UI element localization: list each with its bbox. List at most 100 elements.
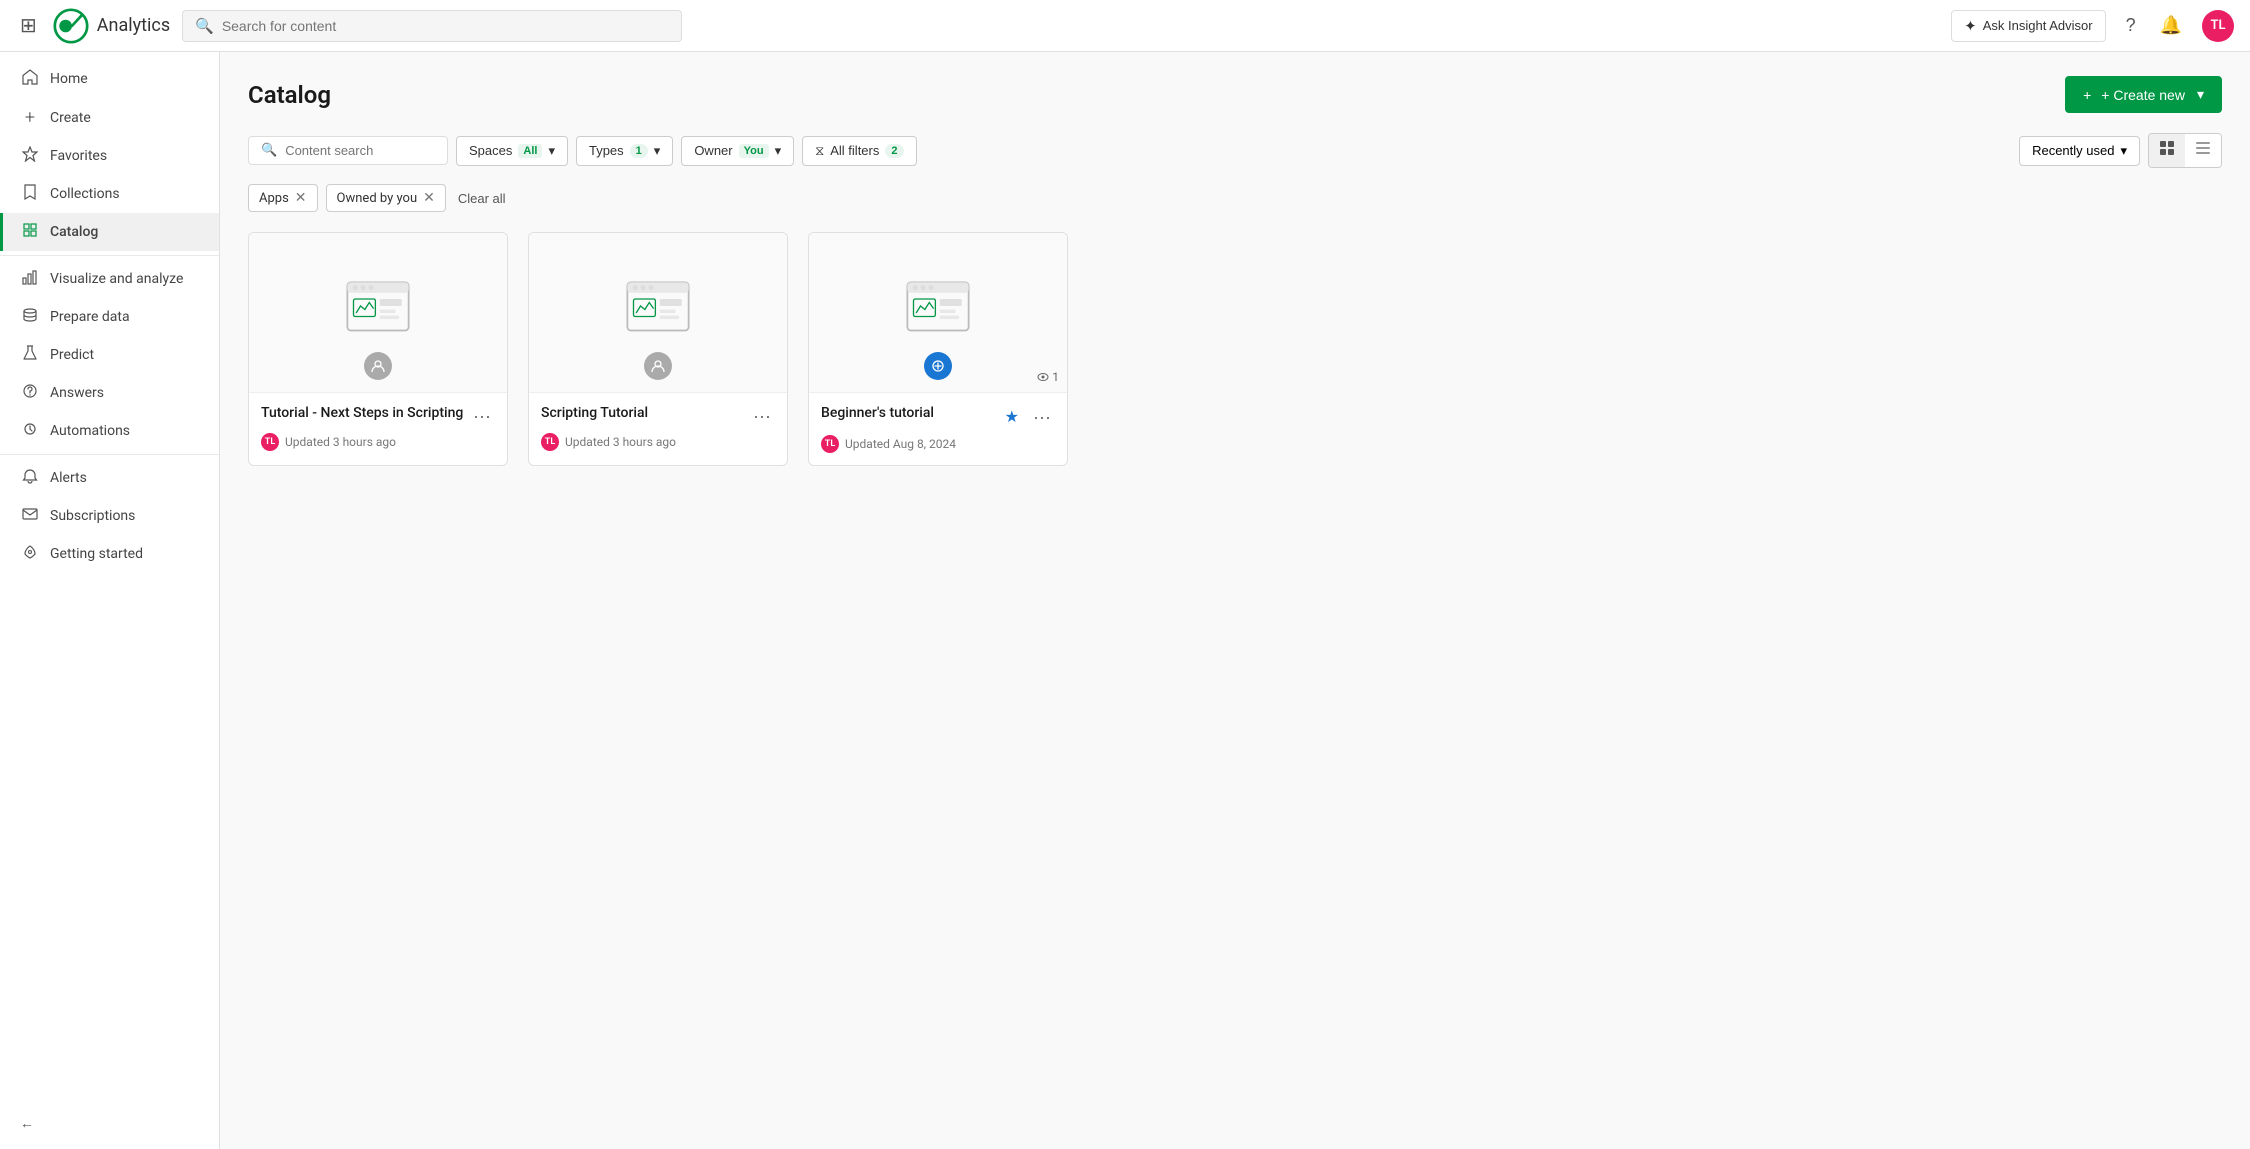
sidebar-item-home[interactable]: Home [0,60,219,98]
sidebar-item-predict[interactable]: Predict [0,336,219,374]
search-bar[interactable]: 🔍 [182,10,682,42]
user-avatar[interactable]: TL [2202,10,2234,42]
logo: Analytics [53,8,170,44]
sidebar-item-collections[interactable]: Collections [0,175,219,213]
top-right-actions: ✦ Ask Insight Advisor ? 🔔 TL [1951,10,2234,42]
spaces-filter-button[interactable]: Spaces All ▾ [456,136,568,166]
sidebar-item-favorites[interactable]: Favorites [0,137,219,175]
sidebar-item-label: Home [50,71,88,87]
table-row[interactable]: 1 Beginner's tutorial ★ ··· [808,232,1068,466]
create-plus-icon: + [2083,87,2091,103]
search-input[interactable] [222,18,669,34]
sidebar-item-label: Prepare data [50,309,130,325]
card-preview [529,233,787,393]
sidebar-item-label: Subscriptions [50,508,135,524]
content-search-input[interactable] [285,143,435,158]
card-footer: Tutorial - Next Steps in Scripting ··· T… [249,393,507,463]
spaces-tag: All [518,144,542,158]
card-meta: TL Updated 3 hours ago [541,433,775,451]
types-count: 1 [630,144,648,158]
spaces-chevron-icon: ▾ [548,143,555,159]
help-button[interactable]: ? [2122,11,2140,40]
answers-icon [20,383,40,403]
card-star-button[interactable]: ★ [1001,405,1023,429]
sort-button[interactable]: Recently used ▾ [2019,136,2140,166]
owner-label: Owner [694,143,732,158]
sidebar-item-alerts[interactable]: Alerts [0,459,219,497]
sidebar-item-label: Alerts [50,470,87,486]
sidebar-item-label: Visualize and analyze [50,271,183,287]
card-footer: Scripting Tutorial ··· TL Updated 3 hour… [529,393,787,463]
insight-advisor-button[interactable]: ✦ Ask Insight Advisor [1951,10,2105,42]
sidebar-item-getting-started[interactable]: Getting started [0,535,219,573]
table-row[interactable]: Tutorial - Next Steps in Scripting ··· T… [248,232,508,466]
catalog-icon [20,222,40,242]
sidebar-item-visualize[interactable]: Visualize and analyze [0,260,219,298]
eye-icon [1037,371,1049,383]
blue-badge-icon [924,352,952,380]
clear-all-button[interactable]: Clear all [454,186,510,211]
card-title-row: Scripting Tutorial ··· [541,405,775,427]
data-icon [20,307,40,327]
card-meta: TL Updated Aug 8, 2024 [821,435,1055,453]
sidebar-item-label: Catalog [50,224,98,240]
table-row[interactable]: Scripting Tutorial ··· TL Updated 3 hour… [528,232,788,466]
page-header: Catalog + + Create new ▾ [248,76,2222,113]
sidebar-item-label: Predict [50,347,94,363]
plus-icon: + [20,107,40,128]
collapse-icon: ← [20,1115,34,1132]
sidebar-item-automations[interactable]: Automations [0,412,219,450]
content-search-icon: 🔍 [261,143,277,158]
card-updated: Updated 3 hours ago [565,435,676,449]
flask-icon [20,345,40,365]
create-chevron-icon: ▾ [2197,86,2204,103]
card-badge [924,352,952,380]
card-title: Beginner's tutorial [821,405,1001,421]
automation-icon [20,421,40,441]
sidebar-nav: Home + Create Favorites Collections [0,52,219,581]
collapse-sidebar-button[interactable]: ← [0,1106,219,1141]
all-filters-label: All filters [830,143,879,158]
mail-icon [20,506,40,526]
filter-icon: ⧖ [815,143,824,159]
sidebar-item-subscriptions[interactable]: Subscriptions [0,497,219,535]
apps-tag-remove[interactable]: ✕ [295,190,307,206]
sidebar-item-catalog[interactable]: Catalog [0,213,219,251]
notifications-button[interactable]: 🔔 [2156,11,2186,40]
card-actions: ★ ··· [1001,405,1055,429]
card-more-button[interactable]: ··· [1029,406,1055,428]
apps-filter-tag[interactable]: Apps ✕ [248,184,318,212]
filters-row: 🔍 Spaces All ▾ Types 1 ▾ Owner [248,133,2222,168]
sidebar-item-answers[interactable]: Answers [0,374,219,412]
content-search-bar[interactable]: 🔍 [248,136,448,165]
spaces-label: Spaces [469,143,512,158]
all-filters-count: 2 [885,144,903,158]
create-new-button[interactable]: + + Create new ▾ [2065,76,2222,113]
owner-filter-button[interactable]: Owner You ▾ [681,136,794,166]
active-filters: Apps ✕ Owned by you ✕ Clear all [248,184,2222,212]
list-view-button[interactable] [2185,134,2221,167]
owned-filter-tag[interactable]: Owned by you ✕ [326,184,446,212]
filter-right: Recently used ▾ [2019,133,2222,168]
owner-tag: You [739,144,769,158]
card-more-button[interactable]: ··· [749,405,775,427]
app-preview-icon [623,278,693,348]
grid-menu-button[interactable]: ⊞ [16,9,41,42]
sidebar-item-create[interactable]: + Create [0,98,219,137]
user-badge-icon [644,352,672,380]
owned-tag-remove[interactable]: ✕ [423,190,435,206]
all-filters-button[interactable]: ⧖ All filters 2 [802,136,916,166]
card-more-button[interactable]: ··· [469,405,495,427]
sidebar-item-label: Create [50,110,91,126]
app-container: ⊞ Analytics 🔍 ✦ Ask Insight Advisor ? 🔔 … [0,0,2250,1149]
apps-tag-label: Apps [259,191,289,206]
types-filter-button[interactable]: Types 1 ▾ [576,136,673,166]
types-chevron-icon: ▾ [654,143,661,159]
card-avatar: TL [541,433,559,451]
grid-view-button[interactable] [2149,134,2185,167]
bookmark-icon [20,184,40,204]
user-badge-icon [364,352,392,380]
sidebar-item-prepare[interactable]: Prepare data [0,298,219,336]
card-meta: TL Updated 3 hours ago [261,433,495,451]
sidebar-item-label: Getting started [50,546,143,562]
